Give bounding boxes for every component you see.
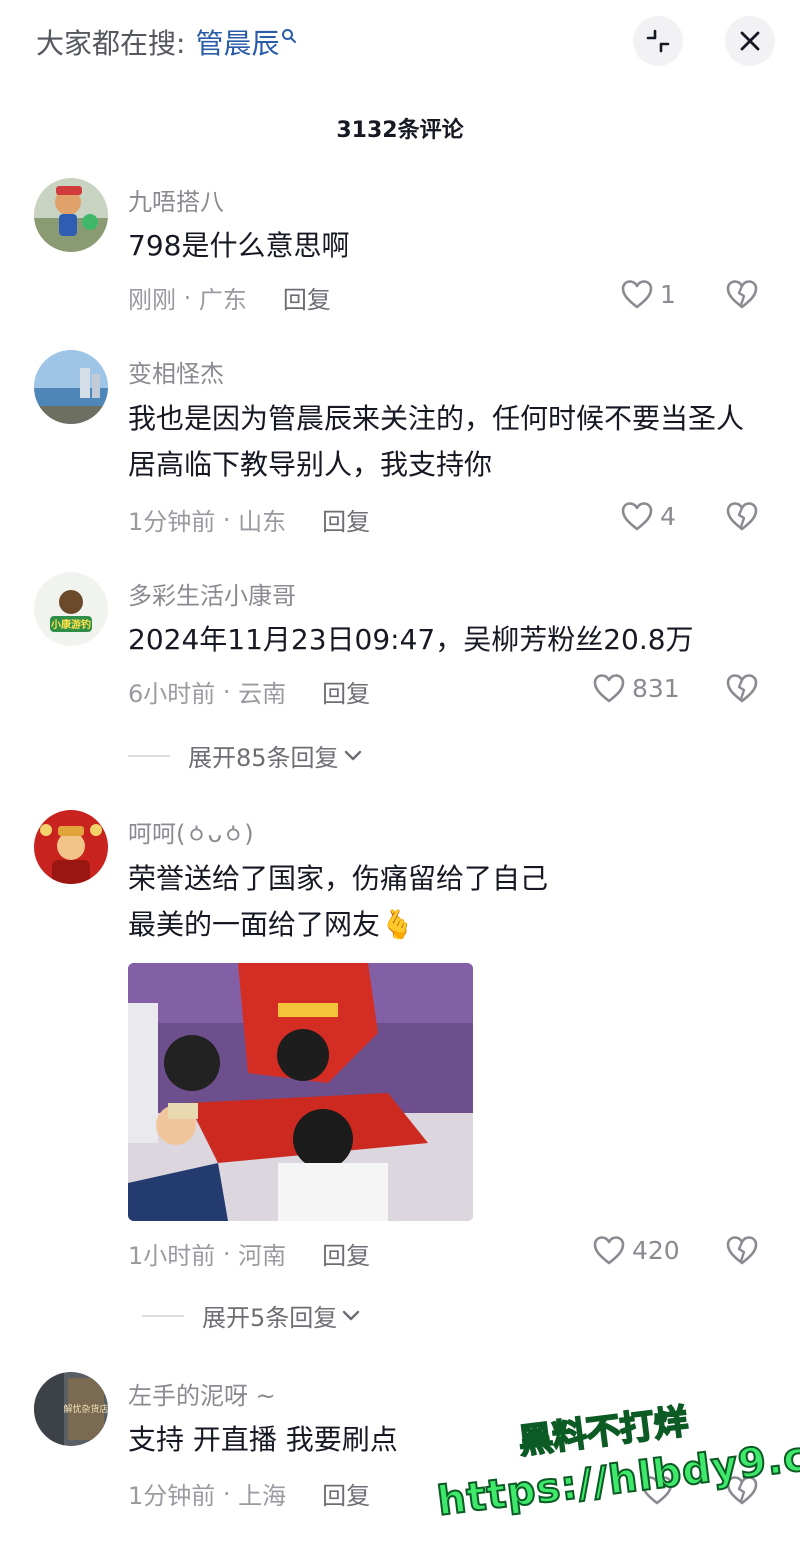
chevron-down-icon (343, 1310, 360, 1320)
expand-divider-line (142, 1314, 184, 1317)
close-button[interactable] (725, 16, 775, 66)
finger-heart-emoji: 🫰 (380, 908, 415, 941)
like-count: 420 (632, 1235, 680, 1265)
comment-location: 河南 (238, 1242, 287, 1270)
avatar[interactable] (34, 178, 108, 252)
like-count: 4 (660, 501, 676, 531)
broken-heart-icon (726, 674, 758, 703)
avatar[interactable] (34, 350, 108, 424)
dislike-button[interactable] (725, 500, 759, 536)
reply-button[interactable]: 回复 (322, 1236, 370, 1271)
comment-meta: 1小时前 · 河南 回复 (128, 1236, 370, 1271)
broken-heart-icon (726, 502, 758, 531)
like-button[interactable]: 831 (592, 672, 680, 704)
avatar[interactable]: 解忧杂货店 (34, 1372, 108, 1446)
comment-text-line: 荣誉送给了国家，伤痛留给了自己 (128, 862, 549, 895)
reply-button[interactable]: 回复 (322, 502, 370, 537)
expand-replies-label: 展开85条回复 (188, 744, 339, 772)
svg-text:解忧杂货店: 解忧杂货店 (63, 1403, 108, 1415)
meta-separator: · (215, 1239, 239, 1268)
avatar-image (34, 350, 108, 424)
like-button[interactable]: 1 (620, 278, 676, 310)
broken-heart-icon (726, 280, 758, 309)
comment-location: 云南 (238, 680, 287, 708)
heart-icon (641, 1476, 673, 1505)
photo-image (128, 963, 473, 1221)
comment-time: 1分钟前 (128, 1482, 216, 1510)
search-term-link[interactable]: 管晨辰 (195, 22, 297, 62)
avatar-image: 解忧杂货店 (34, 1372, 108, 1446)
comment-text: 荣誉送给了国家，伤痛留给了自己 最美的一面给了网友🫰 (128, 856, 768, 948)
meta-separator: · (176, 283, 199, 312)
username[interactable]: 呵呵(ㆁᴗㆁ) (128, 814, 254, 849)
expand-replies-label: 展开5条回复 (202, 1304, 338, 1332)
comment-photo[interactable] (128, 963, 473, 1221)
username[interactable]: 变相怪杰 (128, 354, 224, 389)
heart-icon (621, 280, 653, 309)
comment-meta: 刚刚 · 广东 回复 (128, 280, 331, 315)
dislike-button[interactable] (725, 1474, 759, 1510)
username[interactable]: 左手的泥呀 ~ (128, 1376, 276, 1411)
comment-text: 2024年11月23日09:47，吴柳芳粉丝20.8万 (128, 623, 694, 656)
broken-heart-icon (726, 1476, 758, 1505)
svg-text:小康游钓: 小康游钓 (50, 618, 91, 631)
avatar-image (34, 178, 108, 252)
like-count: 831 (632, 673, 680, 703)
comment-location: 山东 (238, 508, 287, 536)
comment-time: 刚刚 (128, 286, 176, 314)
meta-separator: · (215, 677, 239, 706)
search-hint-label: 大家都在搜: (36, 27, 186, 60)
dislike-button[interactable] (725, 672, 759, 708)
comment-location: 上海 (238, 1482, 287, 1510)
comment-time: 6小时前 (128, 680, 216, 708)
broken-heart-icon (726, 1236, 758, 1265)
like-button[interactable]: 420 (592, 1234, 680, 1266)
expand-replies-button[interactable]: 展开85条回复 (128, 738, 363, 773)
comment-location: 广东 (198, 286, 247, 314)
chevron-down-icon (344, 750, 361, 760)
dislike-button[interactable] (725, 278, 759, 314)
search-suggestion: 大家都在搜: 管晨辰 (36, 22, 297, 62)
meta-separator: · (215, 1479, 239, 1508)
reply-button[interactable]: 回复 (322, 1476, 370, 1511)
comments-page: 大家都在搜: 管晨辰 3132条评论 九唔搭八 798是什么意思啊 刚刚 · 广… (0, 0, 800, 1549)
avatar[interactable] (34, 810, 108, 884)
reply-button[interactable]: 回复 (283, 280, 331, 315)
dislike-button[interactable] (725, 1234, 759, 1270)
minimize-icon (646, 29, 670, 53)
avatar[interactable]: 小康游钓 (34, 572, 108, 646)
reply-button[interactable]: 回复 (322, 674, 370, 709)
heart-icon (621, 502, 653, 531)
close-icon (740, 31, 760, 51)
comment-time: 1分钟前 (128, 508, 216, 536)
comment-text-line: 最美的一面给了网友🫰 (128, 908, 415, 941)
meta-separator: · (215, 505, 239, 534)
avatar-image (34, 810, 108, 884)
like-count: 1 (660, 279, 676, 309)
username[interactable]: 九唔搭八 (128, 182, 224, 217)
comment-text: 798是什么意思啊 (128, 229, 350, 262)
like-button[interactable]: 4 (620, 500, 676, 532)
heart-icon (593, 1236, 625, 1265)
comment-meta: 6小时前 · 云南 回复 (128, 674, 370, 709)
expand-divider-line (128, 754, 170, 757)
comment-text: 支持 开直播 我要刷点 (128, 1423, 398, 1456)
comment-count: 3132条评论 (336, 118, 464, 143)
search-term-text: 管晨辰 (195, 27, 280, 60)
comment-meta: 1分钟前 · 山东 回复 (128, 502, 370, 537)
comment-meta: 1分钟前 · 上海 回复 (128, 1476, 370, 1511)
expand-replies-button[interactable]: 展开5条回复 (142, 1298, 361, 1333)
comment-time: 1小时前 (128, 1242, 216, 1270)
header: 大家都在搜: 管晨辰 (0, 0, 800, 84)
avatar-image: 小康游钓 (34, 572, 108, 646)
search-icon (282, 29, 297, 43)
like-button[interactable] (640, 1474, 680, 1506)
heart-icon (593, 674, 625, 703)
comment-text: 我也是因为管晨辰来关注的，任何时候不要当圣人居高临下教导别人，我支持你 (128, 402, 745, 481)
minimize-button[interactable] (633, 16, 683, 66)
username[interactable]: 多彩生活小康哥 (128, 576, 296, 611)
